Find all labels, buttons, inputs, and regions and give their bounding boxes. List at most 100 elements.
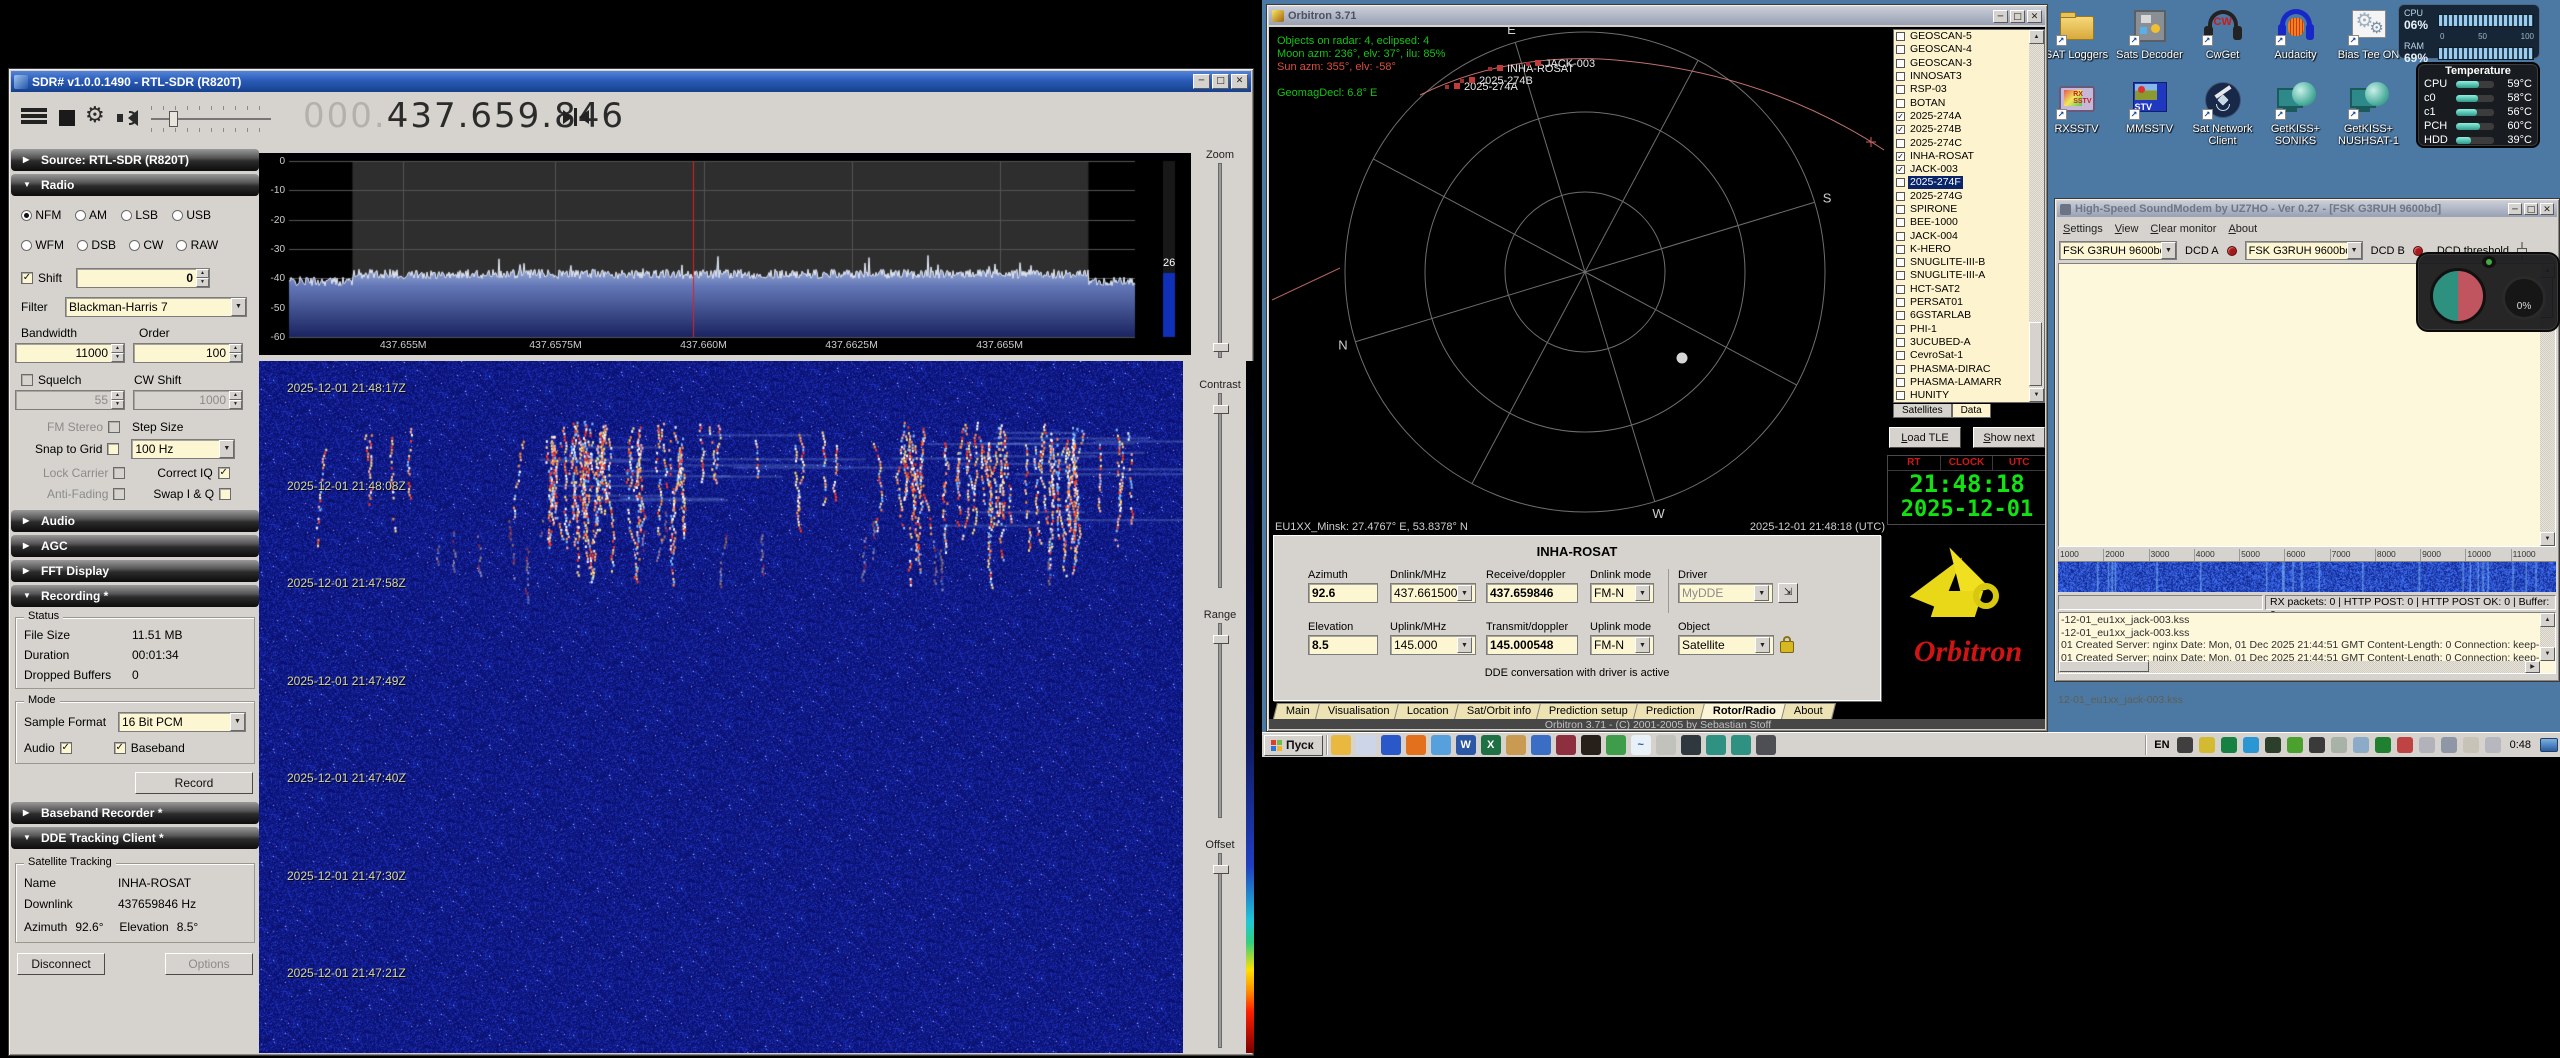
scroll-down-icon[interactable]: ▼	[2540, 532, 2555, 546]
language-indicator[interactable]: EN	[2150, 737, 2173, 753]
mode-option-nfm[interactable]: NFM	[21, 208, 61, 222]
filter-dropdown[interactable]: Blackman-Harris 7 ▼	[65, 297, 247, 317]
menu-view[interactable]: View	[2109, 222, 2145, 237]
transmit-doppler-field[interactable]: 145.000548	[1486, 635, 1578, 655]
slider-thumb[interactable]	[1213, 865, 1229, 875]
paint-icon[interactable]	[1505, 735, 1526, 755]
menu-clear-monitor[interactable]: Clear monitor	[2144, 222, 2222, 237]
sat-list-item[interactable]: 2025-274C	[1894, 136, 2029, 149]
soundmodem-titlebar[interactable]: High-Speed SoundModem by UZ7HO - Ver 0.2…	[2057, 201, 2557, 217]
start-button[interactable]: Пуск	[1264, 734, 1323, 756]
desktop-icon-cwget[interactable]: CW ↗ CwGet	[2186, 6, 2259, 61]
dnlink-combo[interactable]: 437.661500 ▼	[1390, 583, 1476, 603]
panel-agc[interactable]: ▶ AGC	[11, 535, 259, 557]
clipboard-icon[interactable]	[2418, 737, 2435, 753]
word-icon[interactable]: W	[1455, 735, 1476, 755]
radio-icon[interactable]	[129, 240, 141, 251]
tower-icon[interactable]	[2264, 737, 2281, 753]
sat-checkbox[interactable]	[1896, 45, 1905, 55]
radio-icon[interactable]	[77, 240, 88, 251]
sat-list-item[interactable]: ✓ 2025-274A	[1894, 110, 2029, 123]
show-next-button[interactable]: Show next	[1973, 427, 2045, 448]
close-button[interactable]: ✕	[2540, 203, 2554, 215]
audio-checkbox[interactable]: ✓	[59, 742, 72, 754]
mode-option-lsb[interactable]: LSB	[121, 208, 158, 222]
dropdown-arrow-icon[interactable]: ▼	[230, 713, 245, 731]
sat-checkbox[interactable]	[1896, 271, 1905, 281]
orbitron-titlebar[interactable]: Orbitron 3.71 ─ □ ✕	[1269, 7, 2045, 25]
menu-about[interactable]: About	[2222, 222, 2263, 237]
sat-checkbox[interactable]	[1896, 258, 1905, 268]
desktop-icon-sats-decoder[interactable]: ↗ Sats Decoder	[2113, 6, 2186, 61]
radar-view[interactable]: E S W N 2025-274A 2025-274B INHA-ROSAT JACK-003…	[1271, 27, 1889, 519]
panel-fft[interactable]: ▶ FFT Display	[11, 560, 259, 582]
shield-icon[interactable]	[1555, 735, 1576, 755]
sat-list-item[interactable]: CevroSat-1	[1894, 349, 2029, 362]
sat-checkbox[interactable]	[1896, 72, 1905, 82]
log-area[interactable]: -12-01_eu1xx_jack-003.kss -12-01_eu1xx_ja…	[2058, 612, 2556, 674]
sat-checkbox[interactable]	[1896, 364, 1905, 374]
menu-icon[interactable]	[21, 106, 47, 128]
firefox-icon[interactable]	[1405, 735, 1426, 755]
panel-recording[interactable]: ▼ Recording *	[11, 585, 259, 607]
waterfall-canvas[interactable]	[259, 361, 1183, 1053]
sat-list-item[interactable]: 3UCUBED-A	[1894, 336, 2029, 349]
desktop-icon-mmsstv[interactable]: STV ↗ MMSSTV	[2113, 80, 2186, 147]
clock-tab-utc[interactable]: UTC	[1993, 456, 2045, 470]
sat-checkbox[interactable]: ✓	[1896, 151, 1905, 161]
tab-prediction[interactable]: Prediction	[1633, 703, 1709, 719]
step-size-dropdown[interactable]: 100 Hz ▼	[131, 439, 236, 459]
radio-icon[interactable]	[176, 240, 188, 251]
plug-icon-a[interactable]	[1705, 735, 1726, 755]
cube-icon[interactable]	[2352, 737, 2369, 753]
tab-location[interactable]: Location	[1394, 703, 1462, 719]
sat-list-item[interactable]: ✓ 2025-274B	[1894, 123, 2029, 136]
slider-thumb[interactable]	[1213, 635, 1229, 645]
sat-list-item[interactable]: HUNITY	[1894, 389, 2029, 402]
radio-icon[interactable]	[172, 210, 184, 221]
volume-slider[interactable]	[151, 106, 271, 132]
printer-icon[interactable]	[1755, 735, 1776, 755]
lock-icon[interactable]	[1780, 635, 1794, 653]
waterfall-panel[interactable]: 2025-12-01 21:48:17Z 2025-12-01 21:48:08Z…	[259, 361, 1183, 1053]
telegram-icon[interactable]	[2242, 737, 2259, 753]
log-h-scrollbar[interactable]: ▶	[2059, 661, 2540, 673]
bandwidth-spinner[interactable]: ▲ ▼	[111, 344, 124, 362]
sat-checkbox[interactable]: ✓	[1896, 125, 1905, 135]
sat-checkbox[interactable]	[1896, 284, 1905, 294]
satellite-list-scrollbar[interactable]: ▲ ▼	[2029, 30, 2044, 402]
satellite-marker[interactable]	[1454, 83, 1460, 89]
dropdown-arrow-icon[interactable]: ▼	[231, 298, 246, 316]
sat-list-item[interactable]: 2025-274G	[1894, 190, 2029, 203]
flame-icon[interactable]	[1580, 735, 1601, 755]
swap-iq-checkbox[interactable]	[219, 488, 232, 500]
list-tab-data[interactable]: Data	[1951, 404, 1991, 418]
soundmodem-waterfall[interactable]	[2058, 562, 2556, 592]
scrollbar-thumb[interactable]	[2029, 322, 2042, 386]
radio-icon[interactable]	[21, 240, 32, 251]
scroll-up-icon[interactable]: ▲	[2029, 30, 2044, 44]
stop-icon[interactable]	[59, 110, 75, 126]
slider-track-contrast[interactable]	[1213, 393, 1229, 588]
folder-icon[interactable]	[1330, 735, 1351, 755]
scrollbar-thumb[interactable]	[2059, 661, 2149, 672]
dnlink-mode-combo[interactable]: FM-N ▼	[1590, 583, 1654, 603]
shift-field[interactable]: 0 ▲ ▼	[76, 268, 211, 288]
sat-checkbox[interactable]	[1896, 231, 1905, 241]
sat-list-item[interactable]: GEOSCAN-4	[1894, 43, 2029, 56]
sat-list-item[interactable]: INNOSAT3	[1894, 70, 2029, 83]
desktop-icon-getkiss-soniks[interactable]: ↗ GetKISS+ SONIKS	[2259, 80, 2332, 147]
elevation-field[interactable]: 8.5	[1308, 635, 1378, 655]
sat-checkbox[interactable]	[1896, 191, 1905, 201]
receive-doppler-field[interactable]: 437.659846	[1486, 583, 1578, 603]
taskbar-clock[interactable]: 0:48	[2504, 739, 2537, 751]
desktop-icon-sat-loggers[interactable]: ↗ SAT Loggers	[2040, 6, 2113, 61]
mode-option-am[interactable]: AM	[75, 208, 107, 222]
order-spinner[interactable]: ▲ ▼	[229, 344, 242, 362]
radio-icon[interactable]	[121, 210, 132, 221]
tab-prediction-setup[interactable]: Prediction setup	[1536, 703, 1642, 719]
sdr-wave-icon[interactable]: ~	[1630, 735, 1651, 755]
slider-thumb[interactable]	[1213, 405, 1229, 415]
show-desktop-icon[interactable]	[2540, 738, 2558, 752]
scroll-right-icon[interactable]: ▶	[2525, 661, 2540, 673]
